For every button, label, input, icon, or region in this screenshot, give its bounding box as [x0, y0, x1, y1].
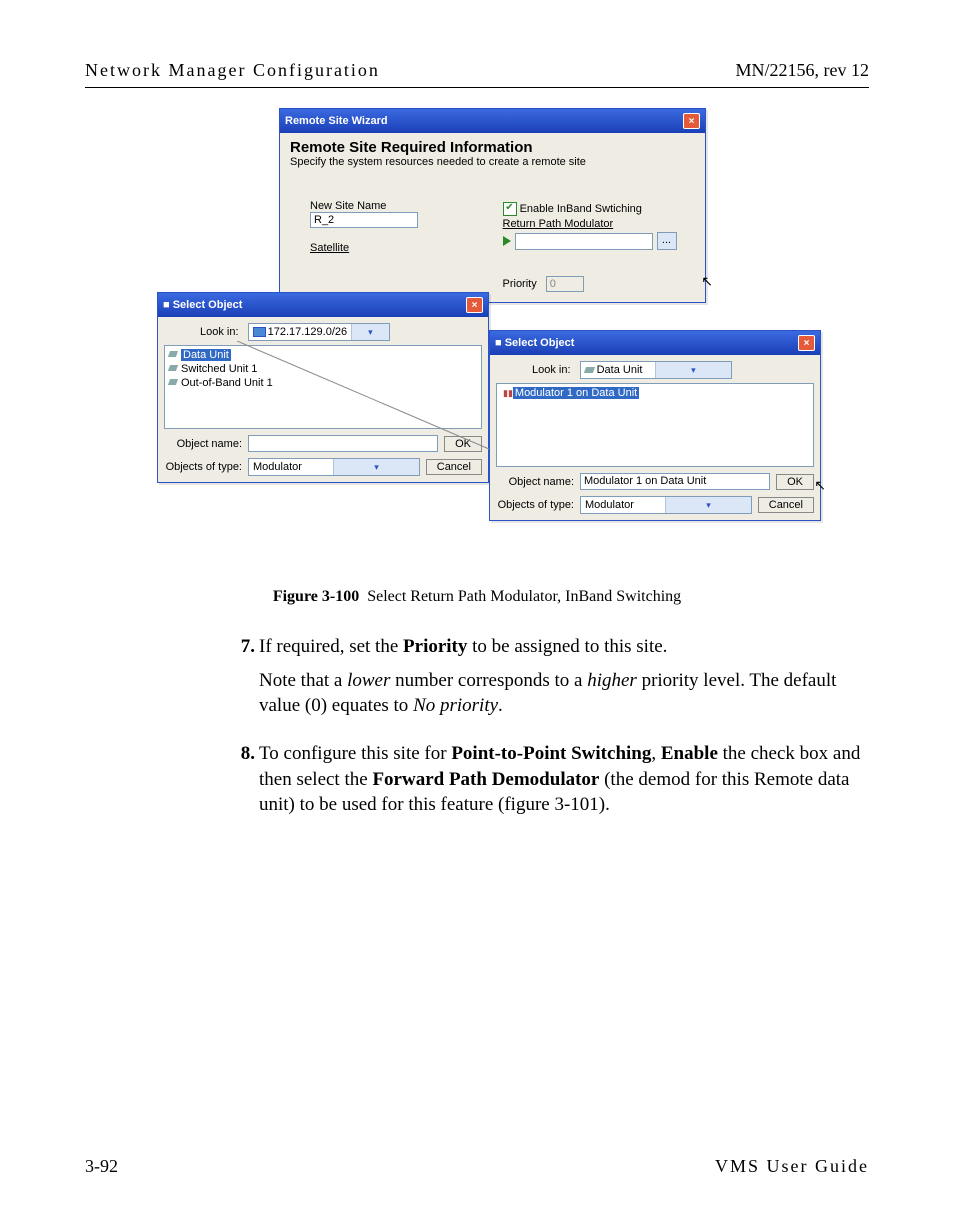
step-7: 7.If required, set the Priority to be as… [259, 634, 869, 660]
select2-object-name-input[interactable]: Modulator 1 on Data Unit [580, 473, 770, 490]
wizard-titlebar[interactable]: Remote Site Wizard × [280, 109, 705, 133]
select1-cancel-button[interactable]: Cancel [426, 459, 482, 475]
select2-titlebar[interactable]: ■ Select Object × [490, 331, 820, 355]
page-number: 3-92 [85, 1156, 118, 1177]
tree-item-oob-unit[interactable]: Out-of-Band Unit 1 [167, 376, 479, 390]
select1-titlebar[interactable]: ■ Select Object × [158, 293, 488, 317]
new-site-name-label: New Site Name [310, 200, 503, 212]
header-section-title: Network Manager Configuration [85, 60, 380, 81]
body-text: 7.If required, set the Priority to be as… [85, 634, 869, 818]
select2-cancel-button[interactable]: Cancel [758, 497, 814, 513]
select1-object-name-label: Object name: [164, 438, 242, 450]
page-header: Network Manager Configuration MN/22156, … [85, 60, 869, 88]
select1-objects-type-label: Objects of type: [164, 461, 242, 473]
select2-ok-button[interactable]: OK [776, 474, 814, 490]
tree-item-modulator[interactable]: ▮▮Modulator 1 on Data Unit [499, 386, 811, 400]
select-object-window-1: ■ Select Object × Look in: 172.17.129.0/… [157, 292, 489, 483]
satellite-label: Satellite [310, 242, 503, 254]
page-footer: 3-92 VMS User Guide [85, 1156, 869, 1177]
wizard-heading: Remote Site Required Information [290, 139, 695, 156]
wizard-subheading: Specify the system resources needed to c… [290, 156, 695, 168]
device-icon [584, 367, 595, 373]
tree-item-data-unit[interactable]: Data Unit [167, 348, 479, 362]
select2-objects-type-combo[interactable]: Modulator ▾ [580, 496, 752, 514]
remote-site-wizard-window: Remote Site Wizard × Remote Site Require… [279, 108, 706, 303]
play-icon [503, 236, 511, 246]
cursor-icon: ↖ [701, 273, 713, 290]
close-icon[interactable]: × [466, 297, 483, 313]
select1-lookin-combo[interactable]: 172.17.129.0/26 ▾ [248, 323, 390, 341]
select2-lookin-combo[interactable]: Data Unit ▾ [580, 361, 732, 379]
figure-area: Remote Site Wizard × Remote Site Require… [157, 108, 797, 578]
tree-item-switched-unit[interactable]: Switched Unit 1 [167, 362, 479, 376]
step-7-note: Note that a lower number corresponds to … [259, 668, 869, 719]
figure-caption: Figure 3-100 Select Return Path Modulato… [85, 588, 869, 606]
enable-inband-checkbox[interactable]: ✔ [503, 202, 517, 216]
close-icon[interactable]: × [683, 113, 700, 129]
browse-button[interactable]: ... [657, 232, 677, 250]
select-object-window-2: ■ Select Object × Look in: Data Unit ▾ ▮… [489, 330, 821, 521]
enable-inband-label: Enable InBand Swtiching [520, 203, 642, 215]
chevron-down-icon[interactable]: ▾ [665, 497, 750, 513]
priority-input[interactable]: 0 [546, 276, 584, 292]
new-site-name-input[interactable]: R_2 [310, 212, 418, 228]
select1-ok-button[interactable]: OK [444, 436, 482, 452]
select2-title: Select Object [505, 337, 575, 349]
return-path-label: Return Path Modulator [503, 218, 696, 230]
folder-icon [253, 327, 266, 337]
select1-object-name-input[interactable] [248, 435, 438, 452]
modulator-icon: ▮▮ [503, 388, 513, 398]
close-icon[interactable]: × [798, 335, 815, 351]
select2-lookin-label: Look in: [532, 364, 571, 376]
select2-objects-type-label: Objects of type: [496, 499, 574, 511]
select2-object-name-label: Object name: [496, 476, 574, 488]
chevron-down-icon[interactable]: ▾ [655, 362, 731, 378]
footer-doc-title: VMS User Guide [715, 1156, 869, 1177]
select1-title: Select Object [173, 299, 243, 311]
chevron-down-icon[interactable]: ▾ [333, 459, 418, 475]
select1-lookin-label: Look in: [200, 326, 239, 338]
cursor-icon: ↖ [814, 477, 826, 494]
priority-label: Priority [503, 278, 537, 290]
step-8: 8.To configure this site for Point-to-Po… [259, 741, 869, 818]
return-path-input[interactable] [515, 233, 653, 250]
select1-objects-type-combo[interactable]: Modulator ▾ [248, 458, 420, 476]
chevron-down-icon[interactable]: ▾ [351, 324, 388, 340]
wizard-title: Remote Site Wizard [285, 115, 388, 127]
header-doc-id: MN/22156, rev 12 [736, 60, 870, 81]
